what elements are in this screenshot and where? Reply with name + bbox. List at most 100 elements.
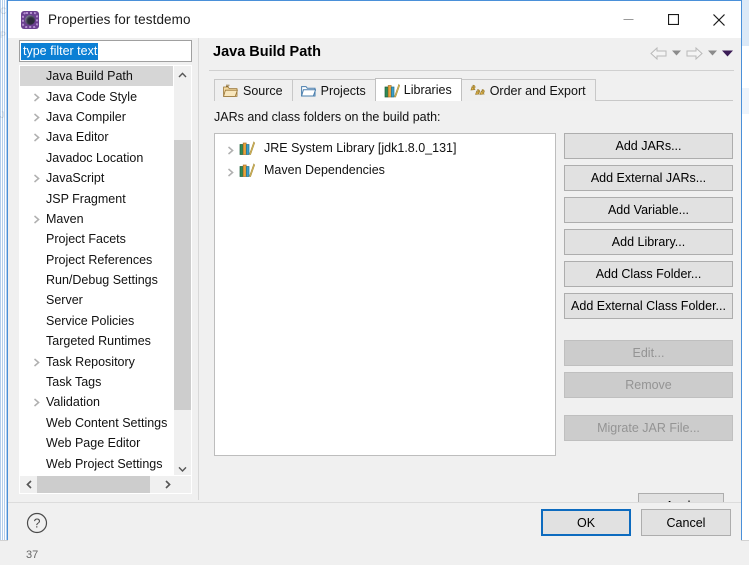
help-button[interactable]: ? bbox=[26, 512, 48, 534]
minimize-icon bbox=[623, 19, 634, 20]
tab-projects[interactable]: Projects bbox=[291, 79, 376, 101]
minimize-button[interactable] bbox=[606, 1, 651, 38]
back-button[interactable] bbox=[648, 43, 669, 63]
screen: Co P J 37 Properties for testdemo bbox=[0, 0, 749, 565]
tab-label: Libraries bbox=[403, 83, 452, 97]
tab-source[interactable]: Source bbox=[214, 79, 293, 101]
sidebar-item-label: Java Code Style bbox=[46, 89, 138, 104]
libraries-tree[interactable]: JRE System Library [jdk1.8.0_131] Maven D… bbox=[214, 133, 556, 456]
dialog-title: Properties for testdemo bbox=[48, 12, 191, 27]
add-class-folder-button[interactable]: Add Class Folder... bbox=[564, 261, 733, 287]
scroll-right-button[interactable] bbox=[159, 476, 176, 493]
background-hatch-border bbox=[0, 0, 7, 540]
chevron-right-icon bbox=[34, 398, 40, 408]
sidebar-item-web-content-settings[interactable]: Web Content Settings bbox=[20, 413, 175, 433]
library-entry[interactable]: Maven Dependencies bbox=[215, 159, 555, 181]
library-books-icon bbox=[239, 163, 255, 177]
sidebar-item-service-policies[interactable]: Service Policies bbox=[20, 311, 175, 331]
sidebar-item-label: Validation bbox=[46, 395, 100, 410]
sidebar-item-run-debug-settings[interactable]: Run/Debug Settings bbox=[20, 270, 175, 290]
forward-history-menu[interactable] bbox=[705, 43, 720, 63]
background-status-bar: 37 bbox=[0, 540, 749, 565]
sidebar-item-server[interactable]: Server bbox=[20, 290, 175, 310]
filter-input-box[interactable]: type filter text bbox=[19, 40, 192, 62]
sidebar-horizontal-scrollbar[interactable] bbox=[20, 475, 191, 493]
sidebar-item-targeted-runtimes[interactable]: Targeted Runtimes bbox=[20, 331, 175, 351]
sidebar-item-label: Server bbox=[46, 293, 83, 308]
svg-text:?: ? bbox=[34, 517, 41, 531]
close-icon bbox=[712, 13, 725, 26]
library-books-icon bbox=[239, 141, 255, 156]
add-external-class-folder-button[interactable]: Add External Class Folder... bbox=[564, 293, 733, 319]
sidebar-item-javadoc-location[interactable]: Javadoc Location bbox=[20, 148, 175, 168]
expand-arrow-icon[interactable] bbox=[33, 215, 41, 224]
maximize-button[interactable] bbox=[651, 1, 696, 38]
expand-arrow-icon[interactable] bbox=[33, 113, 41, 122]
sidebar-item-label: Java Compiler bbox=[46, 109, 126, 124]
sidebar-item-label: Maven bbox=[46, 211, 84, 226]
chevron-right-icon bbox=[34, 215, 40, 224]
sidebar-item-validation[interactable]: Validation bbox=[20, 392, 175, 412]
sidebar-item-project-facets[interactable]: Project Facets bbox=[20, 229, 175, 249]
sidebar-item-label: Javadoc Location bbox=[46, 150, 144, 165]
expand-arrow-icon[interactable] bbox=[33, 398, 41, 408]
sidebar-item-label: Project References bbox=[46, 252, 153, 267]
sidebar-item-java-build-path[interactable]: Java Build Path bbox=[20, 66, 175, 87]
expand-arrow-icon[interactable] bbox=[33, 358, 41, 367]
sidebar-item-label: Task Repository bbox=[46, 354, 135, 369]
caret-down-icon bbox=[708, 50, 717, 56]
column-divider bbox=[198, 38, 199, 500]
sidebar-item-task-repository[interactable]: Task Repository bbox=[20, 351, 175, 371]
sidebar-item-java-editor[interactable]: Java Editor bbox=[20, 127, 175, 147]
settings-navigation: type filter text Java Build Path Java Cod… bbox=[15, 38, 193, 500]
remove-button: Remove bbox=[564, 372, 733, 398]
back-history-menu[interactable] bbox=[669, 43, 684, 63]
tab-order-and-export[interactable]: Order and Export bbox=[460, 79, 596, 101]
chevron-left-icon bbox=[25, 480, 32, 489]
sidebar-item-java-compiler[interactable]: Java Compiler bbox=[20, 107, 175, 127]
expand-arrow-icon[interactable] bbox=[227, 144, 235, 155]
cancel-button[interactable]: Cancel bbox=[641, 509, 731, 536]
view-menu-button[interactable] bbox=[720, 43, 735, 63]
sidebar-item-label: Web Content Settings bbox=[46, 415, 168, 430]
add-external-jars-button[interactable]: Add External JARs... bbox=[564, 165, 733, 191]
arrow-right-icon bbox=[686, 46, 703, 60]
sidebar-item-task-tags[interactable]: Task Tags bbox=[20, 372, 175, 392]
settings-tree[interactable]: Java Build Path Java Code Style Java Compi… bbox=[20, 66, 175, 477]
sidebar-item-label: Run/Debug Settings bbox=[46, 273, 158, 288]
tab-label: Source bbox=[243, 83, 283, 98]
sidebar-item-java-code-style[interactable]: Java Code Style bbox=[20, 86, 175, 106]
expand-arrow-icon[interactable] bbox=[33, 133, 41, 142]
chevron-right-icon bbox=[34, 93, 40, 102]
scroll-left-button[interactable] bbox=[20, 476, 37, 493]
sidebar-item-jsp-fragment[interactable]: JSP Fragment bbox=[20, 188, 175, 208]
sidebar-item-javascript[interactable]: JavaScript bbox=[20, 168, 175, 188]
add-library-button[interactable]: Add Library... bbox=[564, 229, 733, 255]
page-navigation bbox=[648, 43, 735, 63]
sidebar-item-project-references[interactable]: Project References bbox=[20, 250, 175, 270]
library-entry[interactable]: JRE System Library [jdk1.8.0_131] bbox=[215, 137, 555, 159]
forward-button[interactable] bbox=[684, 43, 705, 63]
sidebar-vertical-scrollbar[interactable] bbox=[173, 66, 191, 477]
scrollbar-thumb[interactable] bbox=[37, 476, 150, 493]
tab-libraries[interactable]: Libraries bbox=[374, 78, 462, 101]
add-variable-button[interactable]: Add Variable... bbox=[564, 197, 733, 223]
add-jars-button[interactable]: Add JARs... bbox=[564, 133, 733, 159]
sidebar-item-label: Java Editor bbox=[46, 130, 109, 145]
chevron-up-icon bbox=[178, 71, 187, 77]
sidebar-item-web-page-editor[interactable]: Web Page Editor bbox=[20, 433, 175, 453]
filter-input[interactable]: type filter text bbox=[21, 42, 99, 60]
scroll-up-button[interactable] bbox=[174, 66, 191, 83]
library-books-icon bbox=[239, 163, 255, 178]
close-button[interactable] bbox=[696, 1, 741, 38]
expand-arrow-icon[interactable] bbox=[33, 93, 41, 102]
scrollbar-thumb[interactable] bbox=[174, 140, 191, 410]
expand-arrow-icon[interactable] bbox=[227, 166, 235, 177]
help-question-icon: ? bbox=[26, 512, 48, 534]
expand-arrow-icon[interactable] bbox=[33, 174, 41, 183]
dialog-titlebar[interactable]: Properties for testdemo bbox=[8, 1, 741, 38]
sidebar-item-maven[interactable]: Maven bbox=[20, 209, 175, 229]
sidebar-item-web-project-settings[interactable]: Web Project Settings bbox=[20, 453, 175, 473]
ok-button[interactable]: OK bbox=[541, 509, 631, 536]
sidebar-item-label: Project Facets bbox=[46, 232, 126, 247]
